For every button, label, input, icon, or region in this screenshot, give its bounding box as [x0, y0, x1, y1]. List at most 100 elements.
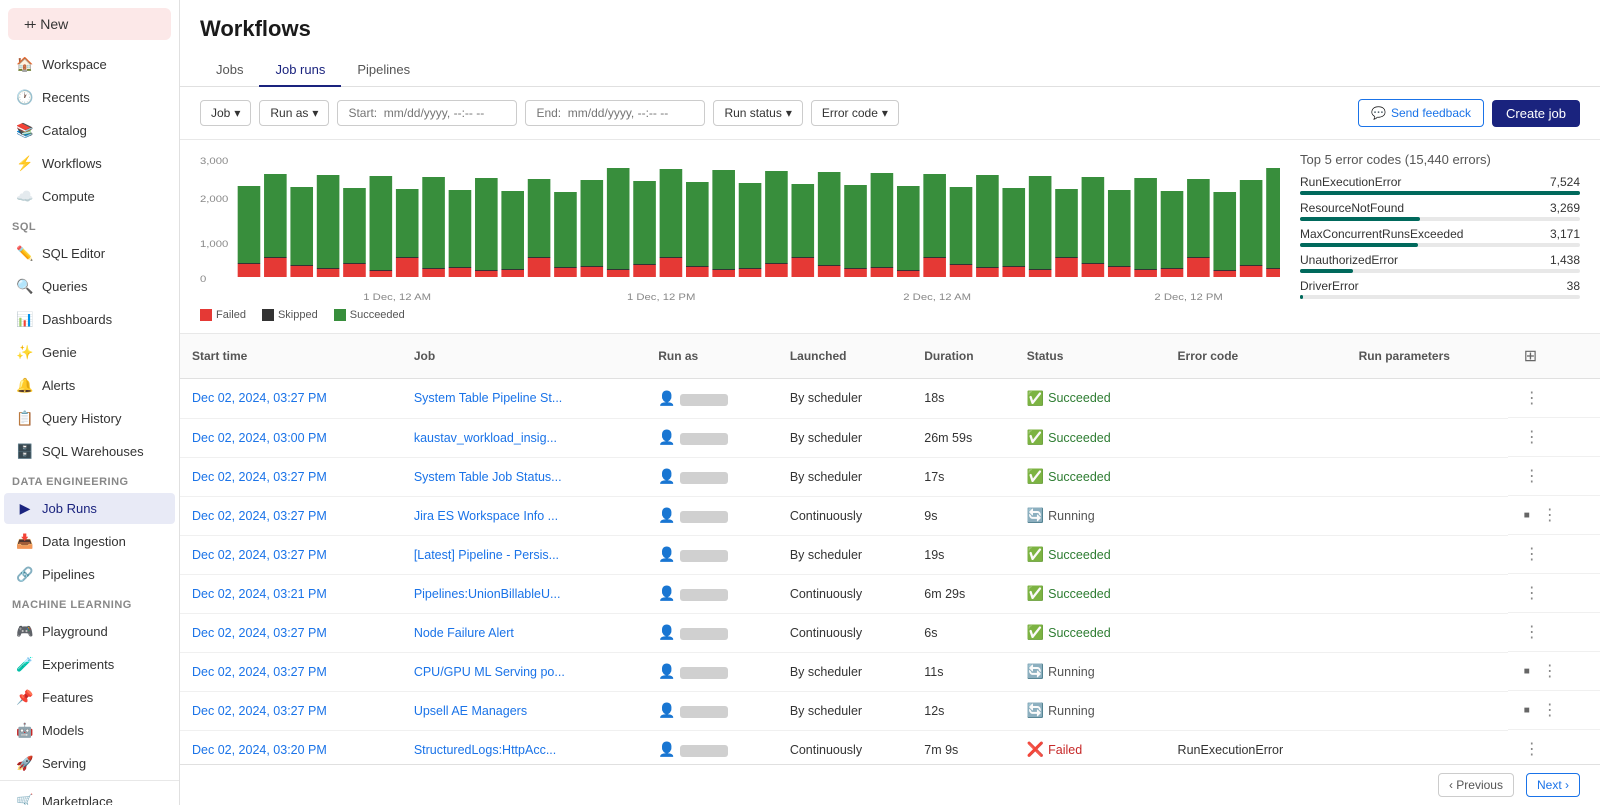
- start-time-link[interactable]: Dec 02, 2024, 03:00 PM: [192, 431, 327, 445]
- job-link[interactable]: StructuredLogs:HttpAcc...: [414, 743, 556, 757]
- run-as-filter-button[interactable]: Run as ▾: [259, 100, 329, 126]
- catalog-icon: 📚: [16, 122, 34, 139]
- start-time-link[interactable]: Dec 02, 2024, 03:27 PM: [192, 470, 327, 484]
- run-status-filter-button[interactable]: Run status ▾: [713, 100, 802, 126]
- cell-error-code: [1166, 379, 1347, 419]
- cell-actions: ⋮: [1508, 418, 1600, 457]
- status-icon: 🔄: [1027, 663, 1044, 680]
- tab-job-runs[interactable]: Job runs: [259, 54, 341, 87]
- table-row: Dec 02, 2024, 03:27 PM CPU/GPU ML Servin…: [180, 652, 1600, 691]
- job-link[interactable]: System Table Job Status...: [414, 470, 562, 484]
- previous-button[interactable]: ‹ Previous: [1438, 773, 1514, 797]
- sidebar-item-job-runs[interactable]: ▶ Job Runs: [4, 493, 175, 524]
- end-date-input[interactable]: [525, 100, 705, 126]
- job-link[interactable]: Jira ES Workspace Info ...: [414, 509, 558, 523]
- more-options-button[interactable]: ⋮: [1520, 386, 1544, 410]
- stop-button[interactable]: ■: [1520, 703, 1534, 718]
- cell-job: kaustav_workload_insig...: [402, 418, 646, 457]
- sidebar-item-compute[interactable]: ☁️ Compute: [4, 181, 175, 212]
- sidebar-item-sql-editor[interactable]: ✏️ SQL Editor: [4, 238, 175, 269]
- start-time-link[interactable]: Dec 02, 2024, 03:27 PM: [192, 665, 327, 679]
- new-button[interactable]: + + New: [8, 8, 171, 40]
- sidebar-item-playground[interactable]: 🎮 Playground: [4, 616, 175, 647]
- next-button[interactable]: Next ›: [1526, 773, 1580, 797]
- job-runs-table: Start time Job Run as Launched Duration …: [180, 334, 1600, 764]
- stop-button[interactable]: ■: [1520, 508, 1534, 523]
- start-time-link[interactable]: Dec 02, 2024, 03:27 PM: [192, 626, 327, 640]
- sidebar-item-alerts[interactable]: 🔔 Alerts: [4, 370, 175, 401]
- cell-status: ✅ Succeeded: [1015, 613, 1166, 652]
- more-options-button[interactable]: ⋮: [1538, 698, 1562, 722]
- more-options-button[interactable]: ⋮: [1520, 620, 1544, 644]
- sidebar-item-workflows[interactable]: ⚡ Workflows: [4, 148, 175, 179]
- start-date-input[interactable]: [337, 100, 517, 126]
- stop-button[interactable]: ■: [1520, 664, 1534, 679]
- sidebar-item-experiments[interactable]: 🧪 Experiments: [4, 649, 175, 680]
- start-time-link[interactable]: Dec 02, 2024, 03:27 PM: [192, 509, 327, 523]
- start-time-link[interactable]: Dec 02, 2024, 03:27 PM: [192, 704, 327, 718]
- col-launched[interactable]: Launched: [778, 334, 912, 379]
- more-options-button[interactable]: ⋮: [1520, 425, 1544, 449]
- more-options-button[interactable]: ⋮: [1520, 737, 1544, 761]
- svg-text:2 Dec, 12 PM: 2 Dec, 12 PM: [1154, 293, 1222, 302]
- job-link[interactable]: CPU/GPU ML Serving po...: [414, 665, 565, 679]
- svg-text:1 Dec, 12 PM: 1 Dec, 12 PM: [627, 293, 695, 302]
- job-link[interactable]: Upsell AE Managers: [414, 704, 527, 718]
- sidebar-item-query-history[interactable]: 📋 Query History: [4, 403, 175, 434]
- sidebar-item-sql-warehouses[interactable]: 🗄️ SQL Warehouses: [4, 436, 175, 467]
- error-code-filter-button[interactable]: Error code ▾: [811, 100, 899, 126]
- col-columns-picker[interactable]: ⊞: [1508, 334, 1600, 379]
- create-job-button[interactable]: Create job: [1492, 100, 1580, 127]
- more-options-button[interactable]: ⋮: [1520, 464, 1544, 488]
- cell-error-code: [1166, 496, 1347, 535]
- job-link[interactable]: kaustav_workload_insig...: [414, 431, 557, 445]
- sidebar-item-catalog[interactable]: 📚 Catalog: [4, 115, 175, 146]
- col-status[interactable]: Status: [1015, 334, 1166, 379]
- start-time-link[interactable]: Dec 02, 2024, 03:21 PM: [192, 587, 327, 601]
- col-job[interactable]: Job: [402, 334, 646, 379]
- job-link[interactable]: Pipelines:UnionBillableU...: [414, 587, 561, 601]
- more-options-button[interactable]: ⋮: [1538, 503, 1562, 527]
- user-icon: 👤: [658, 390, 675, 406]
- start-time-link[interactable]: Dec 02, 2024, 03:27 PM: [192, 391, 327, 405]
- start-time-link[interactable]: Dec 02, 2024, 03:27 PM: [192, 548, 327, 562]
- more-options-button[interactable]: ⋮: [1538, 659, 1562, 683]
- col-run-parameters[interactable]: Run parameters: [1347, 334, 1508, 379]
- user-icon: 👤: [658, 507, 675, 523]
- sidebar-item-serving[interactable]: 🚀 Serving: [4, 748, 175, 779]
- models-icon: 🤖: [16, 722, 34, 739]
- tab-jobs[interactable]: Jobs: [200, 54, 259, 87]
- tab-pipelines[interactable]: Pipelines: [341, 54, 426, 87]
- send-feedback-button[interactable]: 💬 Send feedback: [1358, 99, 1484, 127]
- columns-picker-button[interactable]: ⊞: [1520, 342, 1541, 370]
- sidebar-item-pipelines[interactable]: 🔗 Pipelines: [4, 559, 175, 590]
- job-link[interactable]: [Latest] Pipeline - Persis...: [414, 548, 559, 562]
- job-filter-button[interactable]: Job ▾: [200, 100, 251, 126]
- error-codes-panel: Top 5 error codes (15,440 errors) RunExe…: [1300, 152, 1580, 321]
- cell-status: ✅ Succeeded: [1015, 379, 1166, 419]
- col-error-code[interactable]: Error code: [1166, 334, 1347, 379]
- job-runs-table-container: Start time Job Run as Launched Duration …: [180, 334, 1600, 764]
- sidebar-item-dashboards[interactable]: 📊 Dashboards: [4, 304, 175, 335]
- col-start-time[interactable]: Start time: [180, 334, 402, 379]
- sidebar-item-marketplace[interactable]: 🛒 Marketplace: [4, 786, 175, 805]
- sidebar-item-recents[interactable]: 🕐 Recents: [4, 82, 175, 113]
- cell-run-as: 👤: [646, 457, 778, 496]
- more-options-button[interactable]: ⋮: [1520, 581, 1544, 605]
- sidebar-item-genie[interactable]: ✨ Genie: [4, 337, 175, 368]
- experiments-icon: 🧪: [16, 656, 34, 673]
- job-link[interactable]: System Table Pipeline St...: [414, 391, 562, 405]
- sidebar-item-data-ingestion[interactable]: 📥 Data Ingestion: [4, 526, 175, 557]
- col-duration[interactable]: Duration: [912, 334, 1014, 379]
- cell-start-time: Dec 02, 2024, 03:00 PM: [180, 418, 402, 457]
- sidebar-item-workspace[interactable]: 🏠 Workspace: [4, 49, 175, 80]
- col-run-as[interactable]: Run as: [646, 334, 778, 379]
- start-time-link[interactable]: Dec 02, 2024, 03:20 PM: [192, 743, 327, 757]
- sidebar-item-models[interactable]: 🤖 Models: [4, 715, 175, 746]
- sidebar-item-features[interactable]: 📌 Features: [4, 682, 175, 713]
- more-options-button[interactable]: ⋮: [1520, 542, 1544, 566]
- cell-job: Pipelines:UnionBillableU...: [402, 574, 646, 613]
- sidebar-item-queries[interactable]: 🔍 Queries: [4, 271, 175, 302]
- status-badge: 🔄 Running: [1027, 663, 1154, 680]
- job-link[interactable]: Node Failure Alert: [414, 626, 514, 640]
